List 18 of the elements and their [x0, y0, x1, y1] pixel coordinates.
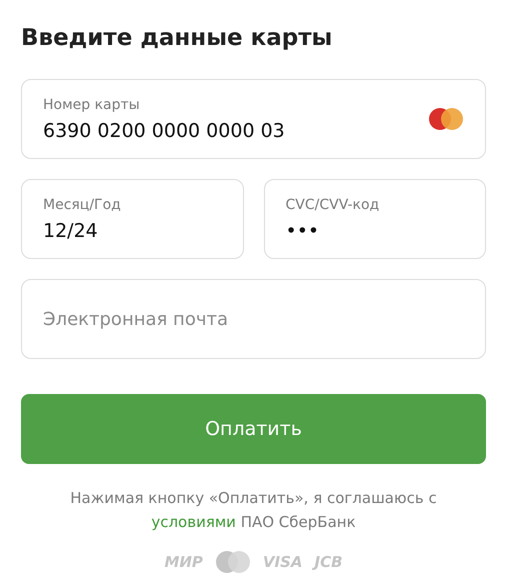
- payment-logo: МИР: [164, 552, 203, 572]
- field-value: •••: [286, 218, 320, 244]
- terms-link[interactable]: условиями: [151, 513, 236, 531]
- field-value: 12/24: [43, 218, 99, 244]
- field-label: Номер карты: [43, 96, 141, 114]
- payment-logo-icon: [214, 550, 251, 574]
- field-label: Месяц/Год: [43, 196, 122, 214]
- payment-logo: VISA: [262, 552, 303, 572]
- agreement-text: Нажимая кнопку «Оплатить», я соглашаюсь с условиями ПАО СберБанк: [69, 488, 438, 533]
- payment-logo: JCB: [314, 552, 343, 572]
- input-field[interactable]: Месяц/Год 12/24: [21, 179, 244, 259]
- field-value: 6390 0200 0000 0000 03: [43, 118, 286, 144]
- field-label: CVC/CVV-код: [286, 196, 380, 214]
- input-field[interactable]: CVC/CVV-код •••: [264, 179, 486, 259]
- email-field[interactable]: Электронная почта: [21, 279, 486, 359]
- page-title: Введите данные карты: [21, 24, 334, 53]
- input-field[interactable]: Номер карты 6390 0200 0000 0000 03: [21, 79, 486, 159]
- card-logo-icon: [428, 107, 464, 131]
